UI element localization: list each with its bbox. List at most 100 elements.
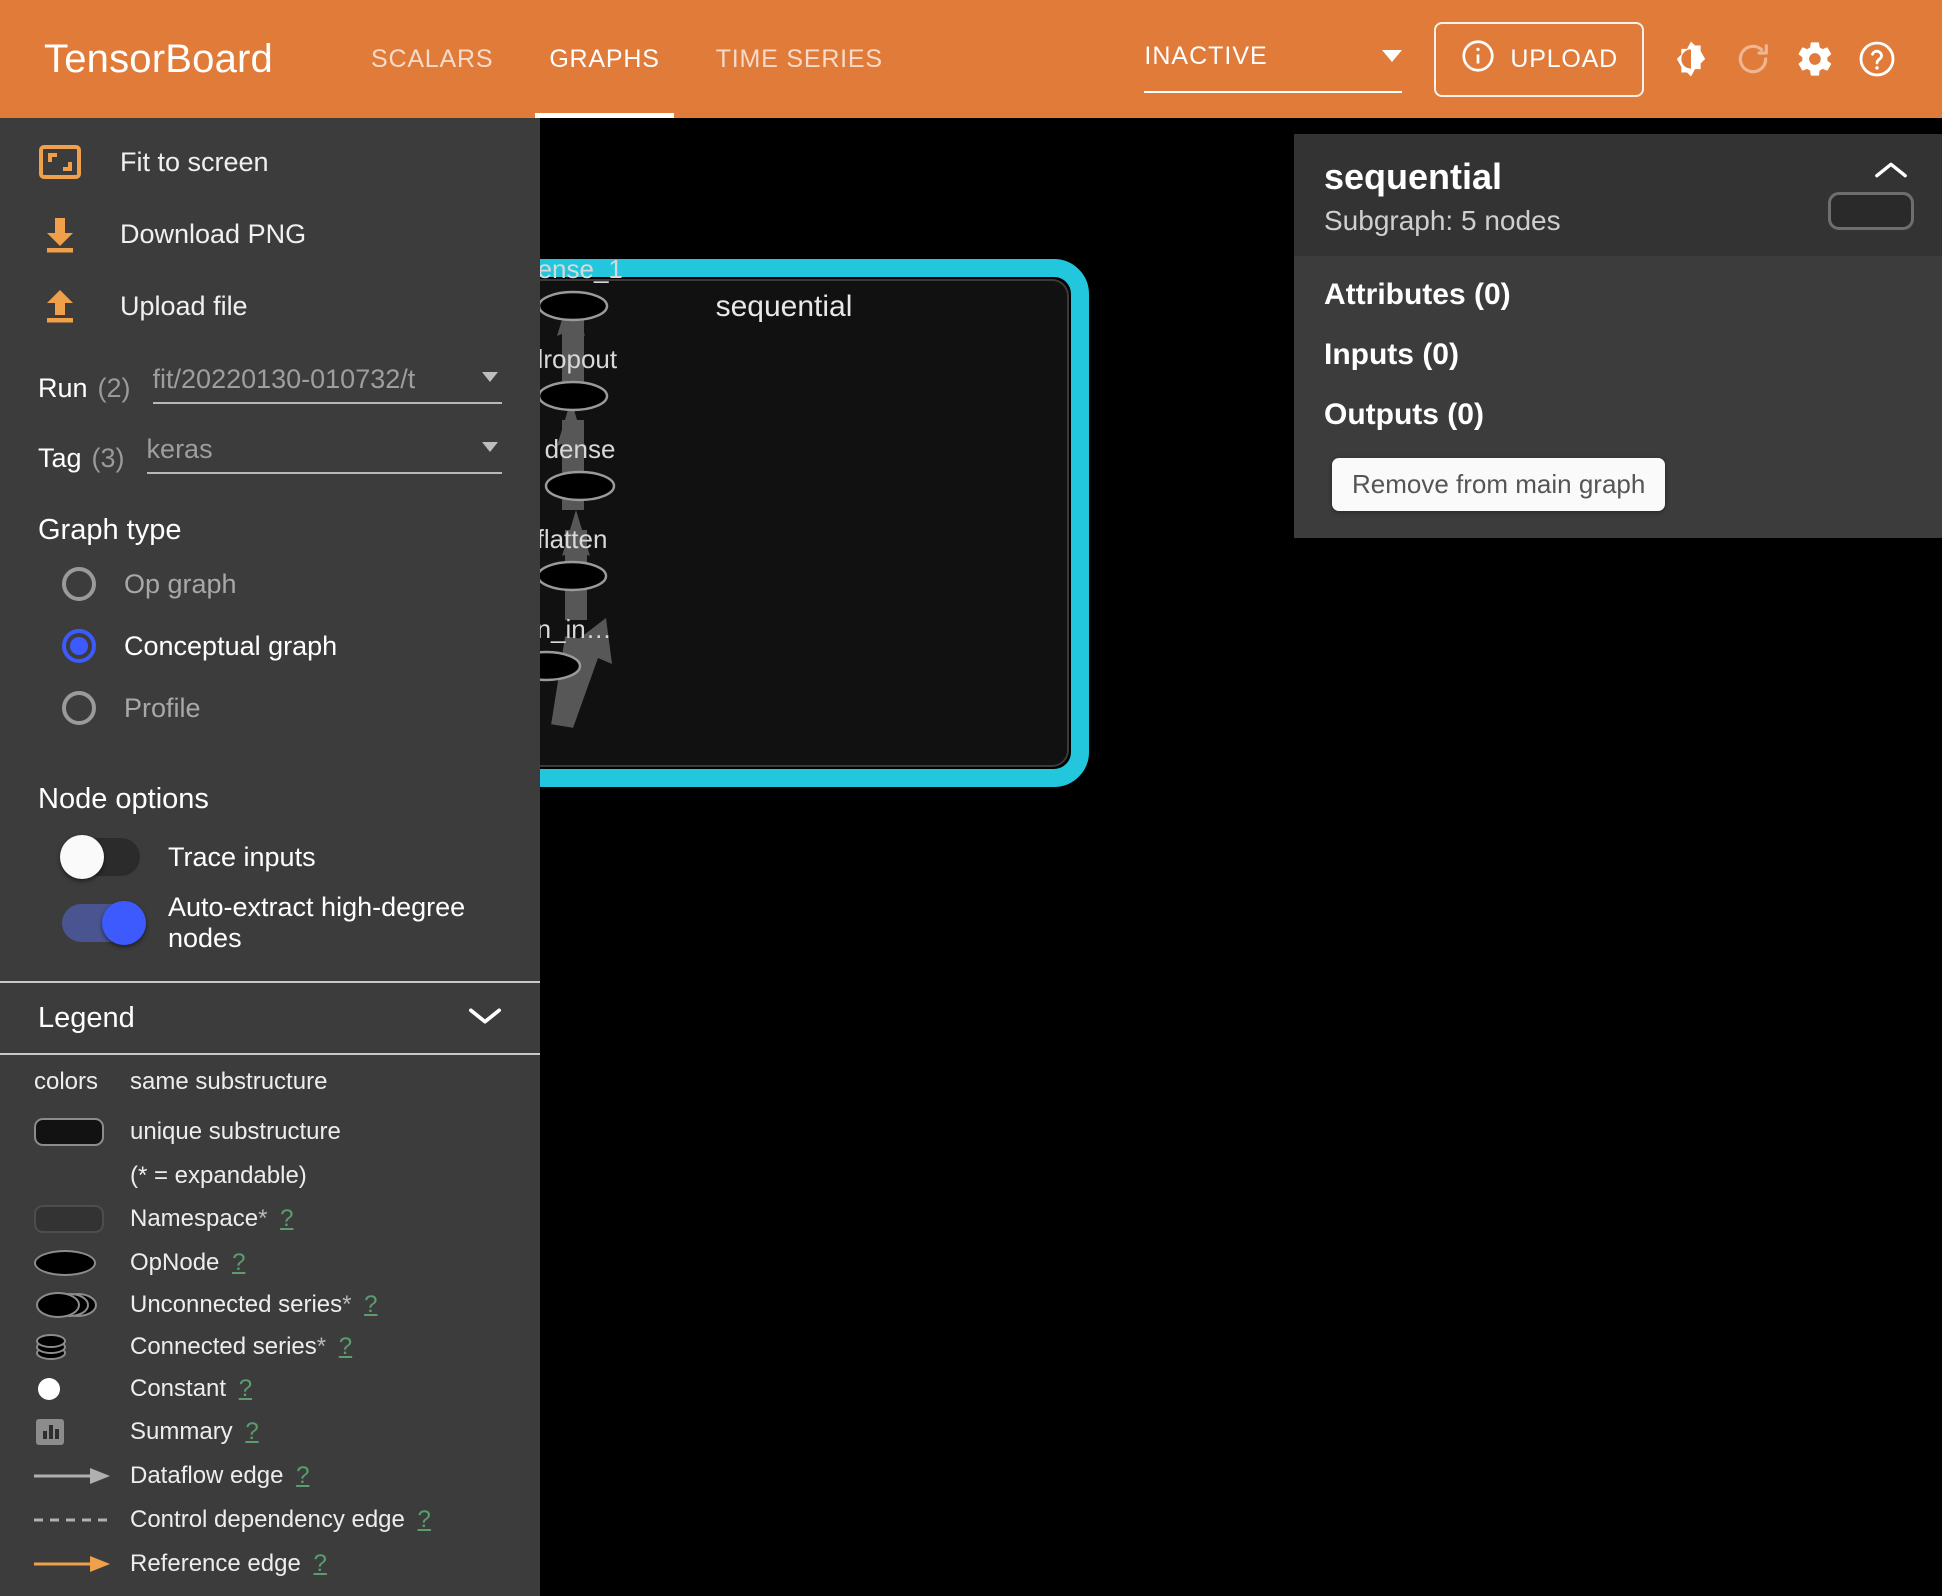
- nav-tabs: SCALARS GRAPHS TIME SERIES: [343, 0, 911, 118]
- legend-help-link[interactable]: ?: [280, 1205, 293, 1232]
- graph-group-title: sequential: [716, 290, 853, 323]
- legend-text-control-dependency-edge: Control dependency edge: [130, 1506, 405, 1533]
- top-toolbar: TensorBoard SCALARS GRAPHS TIME SERIES I…: [0, 0, 1942, 118]
- graph-type-heading: Graph type: [38, 514, 182, 546]
- tab-scalars[interactable]: SCALARS: [343, 0, 521, 118]
- legend-key-unconnected-series: [34, 1290, 130, 1320]
- node-label-dense: dense: [545, 434, 616, 464]
- fit-to-screen-icon: [38, 140, 82, 184]
- node-outputs-row[interactable]: Outputs (0): [1324, 398, 1912, 432]
- upload-icon: [38, 284, 82, 328]
- unique-substructure-swatch-icon: [34, 1118, 104, 1146]
- legend-key-colors: colors: [34, 1068, 130, 1096]
- legend-row-unconnected-series: Unconnected series* ?: [0, 1284, 540, 1326]
- tag-selector-dropdown[interactable]: keras: [146, 426, 502, 474]
- tab-scalars-label: SCALARS: [371, 44, 494, 73]
- toggle-trace-inputs[interactable]: Trace inputs: [0, 824, 540, 890]
- collapse-chevron-up-icon[interactable]: [1874, 160, 1908, 185]
- download-png-label: Download PNG: [120, 218, 307, 249]
- node-dropout: [540, 380, 609, 412]
- help-icon[interactable]: [1846, 28, 1908, 90]
- legend-help-link[interactable]: ?: [313, 1550, 326, 1577]
- legend-key-unique-substructure: [34, 1118, 130, 1146]
- tab-time-series[interactable]: TIME SERIES: [688, 0, 911, 118]
- run-status-dropdown[interactable]: INACTIVE: [1144, 41, 1403, 93]
- connected-series-swatch-icon: [36, 1334, 66, 1360]
- run-status-value: INACTIVE: [1144, 41, 1268, 70]
- legend-header[interactable]: Legend: [0, 981, 540, 1055]
- info-icon: [1460, 38, 1496, 81]
- toggle-knob: [60, 835, 104, 879]
- tab-time-series-label: TIME SERIES: [715, 44, 883, 73]
- brightness-icon[interactable]: [1660, 28, 1722, 90]
- legend-text-namespace: Namespace: [130, 1205, 259, 1232]
- legend-text-expandable-note: (* = expandable): [130, 1161, 307, 1189]
- run-selector-count: (2): [97, 373, 131, 403]
- legend-row-unique-substructure: unique substructure: [0, 1109, 540, 1155]
- fit-to-screen-label: Fit to screen: [120, 146, 269, 177]
- chevron-down-icon: [482, 442, 498, 452]
- legend-row-colors: colors same substructure: [0, 1055, 540, 1109]
- legend-key-connected-series: [34, 1331, 130, 1363]
- legend-text-opnode: OpNode: [130, 1249, 220, 1276]
- node-info-title: sequential: [1324, 156, 1503, 197]
- legend-key-control-dependency-edge: [34, 1515, 130, 1525]
- settings-gear-icon[interactable]: [1784, 28, 1846, 90]
- legend-row-opnode: OpNode ?: [0, 1242, 540, 1284]
- legend-row-namespace: Namespace* ?: [0, 1196, 540, 1242]
- tab-graphs[interactable]: GRAPHS: [521, 0, 687, 118]
- toggle-trace-inputs-switch: [60, 835, 140, 879]
- download-png-button[interactable]: Download PNG: [0, 198, 540, 270]
- node-attributes-row[interactable]: Attributes (0): [1324, 278, 1912, 312]
- legend-help-link[interactable]: ?: [239, 1375, 252, 1402]
- legend-title: Legend: [38, 1001, 135, 1034]
- refresh-icon[interactable]: [1722, 28, 1784, 90]
- remove-from-main-graph-button[interactable]: Remove from main graph: [1332, 458, 1666, 511]
- node-info-body: Attributes (0) Inputs (0) Outputs (0) Re…: [1294, 256, 1942, 511]
- control-dependency-edge-swatch-icon: [34, 1518, 108, 1522]
- legend-text-dataflow-edge: Dataflow edge: [130, 1462, 284, 1489]
- node-label-dense-1: dense_1: [540, 254, 623, 284]
- legend-star: *: [316, 1333, 327, 1360]
- run-selector-dropdown[interactable]: fit/20220130-010732/trai: [152, 356, 502, 404]
- fit-to-screen-button[interactable]: Fit to screen: [0, 126, 540, 198]
- node-label-dropout: dropout: [540, 344, 618, 374]
- node-info-panel: sequential Subgraph: 5 nodes Attributes …: [1294, 134, 1942, 538]
- radio-profile[interactable]: Profile: [0, 677, 540, 739]
- dataflow-edge-swatch-icon: [34, 1468, 110, 1484]
- radio-conceptual-graph[interactable]: Conceptual graph: [0, 615, 540, 677]
- node-dense-1: [540, 290, 609, 322]
- upload-file-button[interactable]: Upload file: [0, 270, 540, 342]
- legend-help-link[interactable]: ?: [296, 1462, 309, 1489]
- tag-selector-count: (3): [91, 443, 125, 473]
- legend-key-dataflow-edge: [34, 1465, 130, 1487]
- legend-body: colors same substructure unique substruc…: [0, 1055, 540, 1596]
- legend-star: *: [258, 1205, 268, 1232]
- legend-help-link[interactable]: ?: [339, 1333, 352, 1360]
- opnode-swatch-icon: [34, 1250, 96, 1276]
- legend-help-link[interactable]: ?: [245, 1418, 258, 1445]
- legend-help-link[interactable]: ?: [364, 1291, 377, 1318]
- legend-help-link[interactable]: ?: [418, 1506, 431, 1533]
- legend-text-connected-series: Connected series: [130, 1333, 317, 1360]
- upload-button[interactable]: UPLOAD: [1434, 21, 1644, 97]
- node-color-swatch: [1828, 192, 1914, 230]
- radio-op-graph[interactable]: Op graph: [0, 553, 540, 615]
- tag-selector-label: Tag: [38, 443, 82, 473]
- radio-profile-label: Profile: [124, 692, 201, 723]
- toggle-knob: [102, 901, 146, 945]
- download-icon: [38, 212, 82, 256]
- node-inputs-row[interactable]: Inputs (0): [1324, 338, 1912, 372]
- legend-text-same-substructure: same substructure: [130, 1068, 328, 1095]
- run-selector: Run (2) fit/20220130-010732/trai: [0, 356, 540, 404]
- legend-text-unique-substructure: unique substructure: [130, 1118, 341, 1145]
- legend-key-opnode: [34, 1250, 130, 1276]
- node-flatten: [540, 560, 608, 592]
- chevron-down-icon: [468, 1006, 502, 1031]
- node-info-header: sequential Subgraph: 5 nodes: [1294, 134, 1942, 256]
- legend-text-summary: Summary: [130, 1418, 233, 1445]
- toggle-auto-extract[interactable]: Auto-extract high-degree nodes: [0, 890, 540, 956]
- legend-help-link[interactable]: ?: [232, 1249, 245, 1276]
- toggle-trace-inputs-label: Trace inputs: [168, 841, 316, 872]
- constant-swatch-icon: [38, 1378, 60, 1400]
